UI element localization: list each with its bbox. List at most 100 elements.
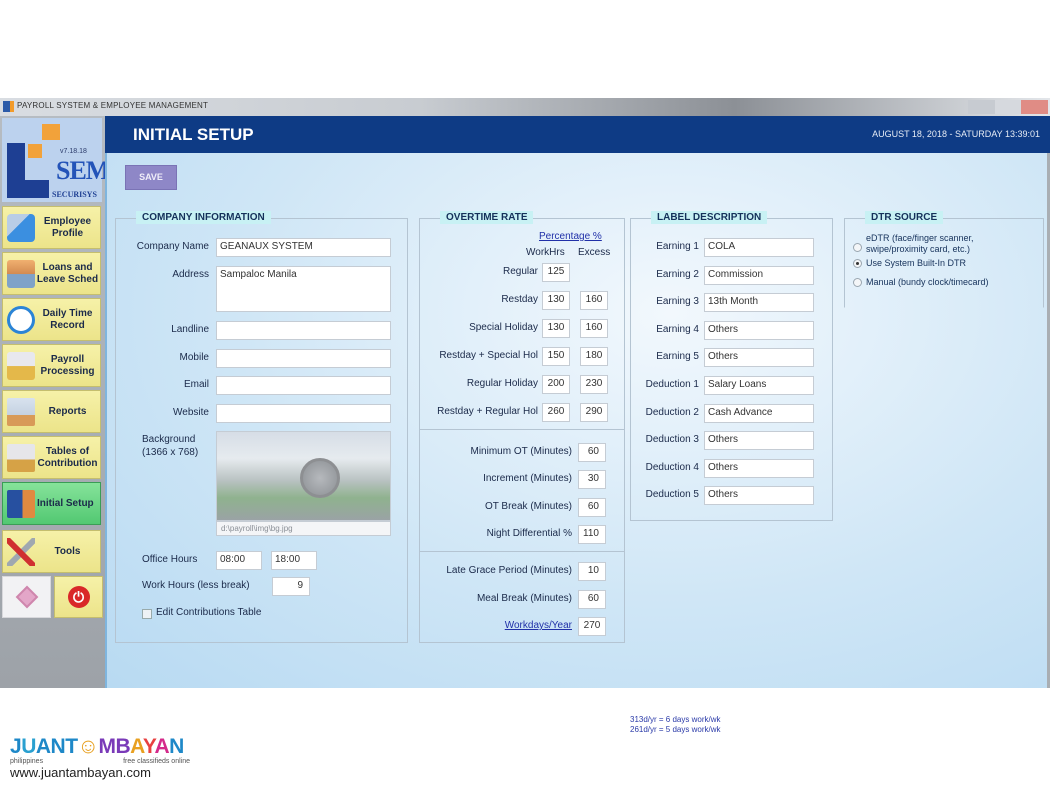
ot-row-label: Regular — [502, 266, 538, 277]
employee-profile-icon — [7, 213, 35, 242]
sidebar-item-payroll-processing[interactable]: Payroll Processing — [2, 344, 101, 387]
background-image-preview[interactable] — [216, 431, 391, 521]
company-information-group: COMPANY INFORMATION Company Name GEANAUX… — [115, 211, 408, 643]
late-grace-period-field[interactable]: 10 — [578, 562, 606, 581]
brand-letter: A — [35, 735, 51, 758]
label-description-label: Earning 4 — [656, 323, 699, 335]
window-controls — [968, 100, 1049, 114]
power-button[interactable]: ⏻ — [54, 576, 103, 618]
overtime-rate-group: OVERTIME RATE Percentage % WorkHrs Exces… — [419, 211, 625, 643]
office-hours-start-field[interactable]: 08:00 — [216, 551, 262, 570]
background-path-field[interactable]: d:\payroll\img\bg.jpg — [216, 521, 391, 536]
clock-icon — [7, 305, 35, 334]
ot-special-holiday-workhrs-field[interactable]: 130 — [542, 319, 570, 338]
earning-5-field[interactable]: Others — [704, 348, 814, 368]
sidebar-item-daily-time-record[interactable]: Daily Time Record — [2, 298, 101, 341]
mascot-icon: ☺ — [77, 735, 99, 758]
email-field[interactable] — [216, 376, 391, 395]
edtr-label-line1: eDTR (face/finger scanner, — [866, 233, 974, 243]
minimize-button[interactable] — [968, 100, 995, 114]
maximize-button[interactable] — [994, 100, 1022, 114]
payroll-icon — [7, 351, 35, 380]
website-field[interactable] — [216, 404, 391, 423]
ot-restday-excess-field[interactable]: 160 — [580, 291, 608, 310]
mobile-field[interactable] — [216, 349, 391, 368]
sidebar-item-loans-leave[interactable]: Loans and Leave Sched — [2, 252, 101, 295]
sidebar-item-tables-of-contribution[interactable]: Tables of Contribution — [2, 436, 101, 479]
dtr-source-group: DTR SOURCE eDTR (face/finger scanner, sw… — [844, 211, 1044, 308]
logo-bar-icon — [7, 180, 49, 198]
label-description-label: Earning 5 — [656, 351, 699, 363]
night-differential-field[interactable]: 110 — [578, 525, 606, 544]
edit-contributions-checkbox[interactable] — [142, 609, 152, 619]
watermark-url: www.juantambayan.com — [10, 765, 151, 780]
ot-row-label: Restday + Special Hol — [439, 350, 538, 361]
page-title: INITIAL SETUP — [133, 125, 254, 144]
office-hours-end-field[interactable]: 18:00 — [271, 551, 317, 570]
deduction-4-field[interactable]: Others — [704, 458, 814, 478]
ot-break-field[interactable]: 60 — [578, 498, 606, 517]
label-description-group: LABEL DESCRIPTION Earning 1 COLA Earning 2… — [630, 211, 833, 521]
builtin-dtr-radio[interactable] — [853, 259, 862, 268]
workdays-year-link[interactable]: Workdays/Year — [492, 620, 572, 631]
save-button[interactable]: SAVE — [125, 165, 177, 190]
email-label: Email — [183, 379, 209, 390]
deduction-3-field[interactable]: Others — [704, 431, 814, 451]
deduction-1-field[interactable]: Salary Loans — [704, 376, 814, 395]
manual-dtr-radio[interactable] — [853, 278, 862, 287]
sidebar-item-label: Initial Setup — [37, 497, 94, 509]
earning-1-field[interactable]: COLA — [704, 238, 814, 257]
earning-4-field[interactable]: Others — [704, 320, 814, 340]
ot-setting-label: Night Differential % — [486, 528, 572, 539]
minimum-ot-field[interactable]: 60 — [578, 443, 606, 462]
brand-letter: B — [115, 735, 131, 758]
edtr-radio[interactable] — [853, 243, 862, 252]
meal-break-field[interactable]: 60 — [578, 590, 606, 609]
sidebar-item-reports[interactable]: Reports — [2, 390, 101, 433]
main-content: SAVE COMPANY INFORMATION Company Name GE… — [105, 153, 1047, 734]
sidebar: v7.18.18 SEM SECURISYS Employee Profile … — [0, 116, 110, 688]
brand-letter: U — [21, 735, 36, 758]
brand-letter: A — [154, 735, 170, 758]
sidebar-item-employee-profile[interactable]: Employee Profile — [2, 206, 101, 249]
label-description-label: Earning 2 — [656, 268, 699, 280]
ot-restday-special-workhrs-field[interactable]: 150 — [542, 347, 570, 366]
brand-letter: J — [10, 735, 22, 758]
mobile-label: Mobile — [179, 352, 209, 363]
group-title: DTR SOURCE — [865, 211, 944, 224]
logo-name: SEM — [56, 156, 110, 185]
sidebar-item-initial-setup[interactable]: Initial Setup — [2, 482, 101, 525]
ot-setting-label: OT Break (Minutes) — [484, 501, 572, 512]
ot-regular-holiday-excess-field[interactable]: 230 — [580, 375, 608, 394]
address-field[interactable]: Sampaloc Manila — [216, 266, 391, 312]
ot-other-label: Late Grace Period (Minutes) — [446, 565, 572, 576]
close-button[interactable] — [1021, 100, 1049, 114]
group-title: LABEL DESCRIPTION — [651, 211, 768, 224]
label-description-label: Deduction 5 — [645, 489, 699, 501]
ot-restday-regular-excess-field[interactable]: 290 — [580, 403, 608, 422]
ot-regular-holiday-workhrs-field[interactable]: 200 — [542, 375, 570, 394]
ot-restday-special-excess-field[interactable]: 180 — [580, 347, 608, 366]
earning-3-field[interactable]: 13th Month — [704, 293, 814, 313]
workdays-year-field[interactable]: 270 — [578, 617, 606, 636]
label-description-label: Earning 3 — [656, 296, 699, 308]
label-description-label: Deduction 2 — [645, 406, 699, 418]
sidebar-item-tools[interactable]: Tools — [2, 530, 101, 573]
company-name-field[interactable]: GEANAUX SYSTEM — [216, 238, 391, 257]
diamond-button[interactable] — [2, 576, 51, 618]
brand-letter: N — [50, 735, 66, 758]
label-description-label: Deduction 1 — [645, 379, 699, 390]
ot-restday-regular-workhrs-field[interactable]: 260 — [542, 403, 570, 422]
deduction-2-field[interactable]: Cash Advance — [704, 403, 814, 423]
work-hours-field[interactable]: 9 — [272, 577, 310, 596]
percentage-link[interactable]: Percentage % — [539, 231, 602, 242]
ot-regular-workhrs-field[interactable]: 125 — [542, 263, 570, 282]
divider — [420, 429, 624, 430]
ot-special-holiday-excess-field[interactable]: 160 — [580, 319, 608, 338]
deduction-5-field[interactable]: Others — [704, 486, 814, 506]
background-size-label: (1366 x 768) — [142, 447, 199, 458]
landline-field[interactable] — [216, 321, 391, 340]
increment-field[interactable]: 30 — [578, 470, 606, 489]
earning-2-field[interactable]: Commission — [704, 265, 814, 285]
ot-restday-workhrs-field[interactable]: 130 — [542, 291, 570, 310]
